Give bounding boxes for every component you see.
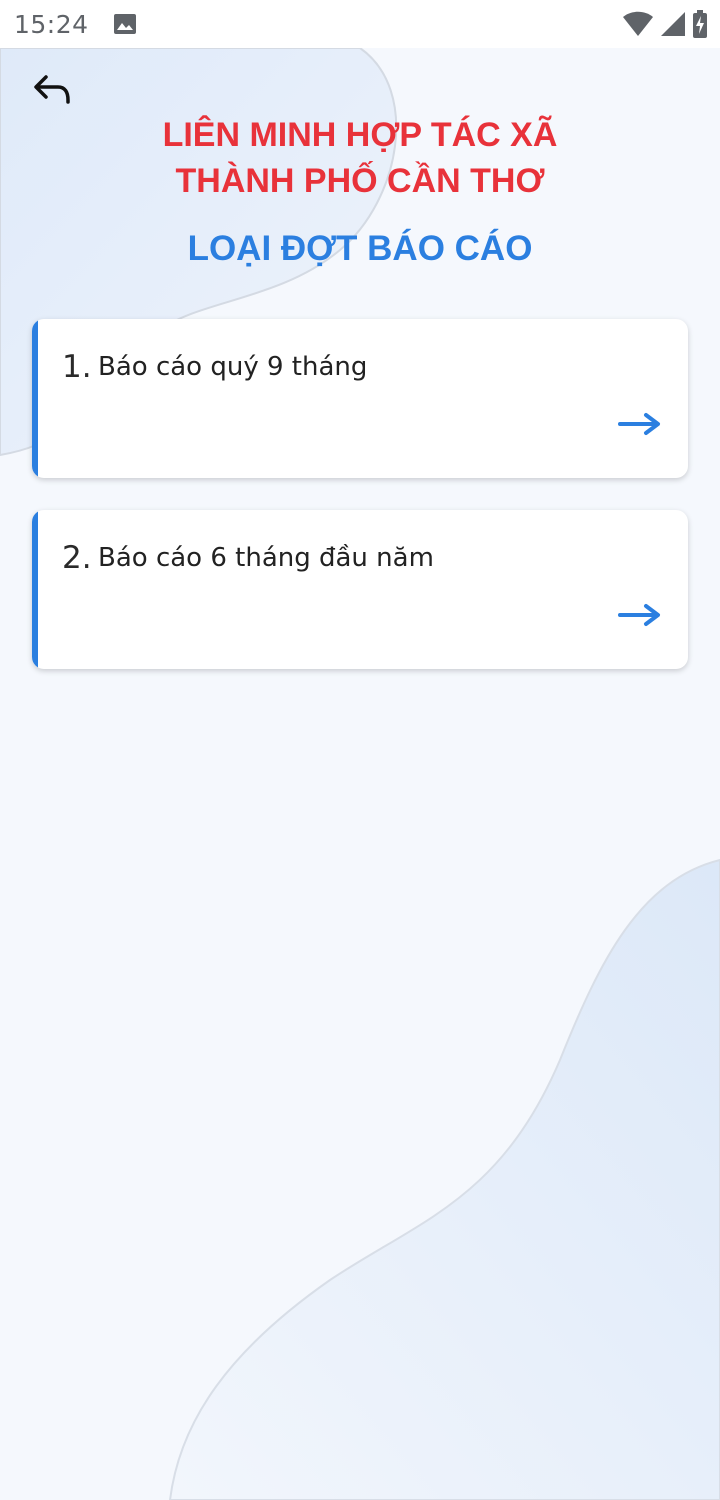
cellular-signal-icon (661, 12, 685, 36)
back-button[interactable] (28, 68, 76, 112)
organization-title: LIÊN MINH HỢP TÁC XÃ THÀNH PHỐ CẦN THƠ (0, 112, 720, 204)
battery-charging-icon (693, 10, 707, 38)
report-type-card[interactable]: 2. Báo cáo 6 tháng đầu năm (32, 510, 688, 669)
card-accent-bar (32, 510, 38, 669)
report-type-number: 1. (62, 349, 92, 385)
arrow-right-icon (618, 604, 660, 626)
status-time: 15:24 (14, 9, 89, 39)
card-accent-bar (32, 319, 38, 478)
background-decoration (0, 47, 720, 1500)
report-type-label: Báo cáo 6 tháng đầu năm (98, 543, 434, 573)
org-title-line-2: THÀNH PHỐ CẦN THƠ (175, 162, 545, 200)
org-title-line-1: LIÊN MINH HỢP TÁC XÃ (162, 116, 558, 154)
report-type-card[interactable]: 1. Báo cáo quý 9 tháng (32, 319, 688, 478)
back-arrow-icon (34, 75, 70, 104)
arrow-right-icon (618, 413, 660, 435)
report-type-number: 2. (62, 540, 92, 576)
wifi-icon (623, 11, 653, 36)
page-title: LOẠI ĐỢT BÁO CÁO (187, 229, 533, 268)
status-bar: 15:24 (0, 0, 720, 48)
image-notification-icon (113, 14, 136, 34)
report-type-label: Báo cáo quý 9 tháng (98, 352, 368, 382)
status-icons (622, 10, 708, 38)
